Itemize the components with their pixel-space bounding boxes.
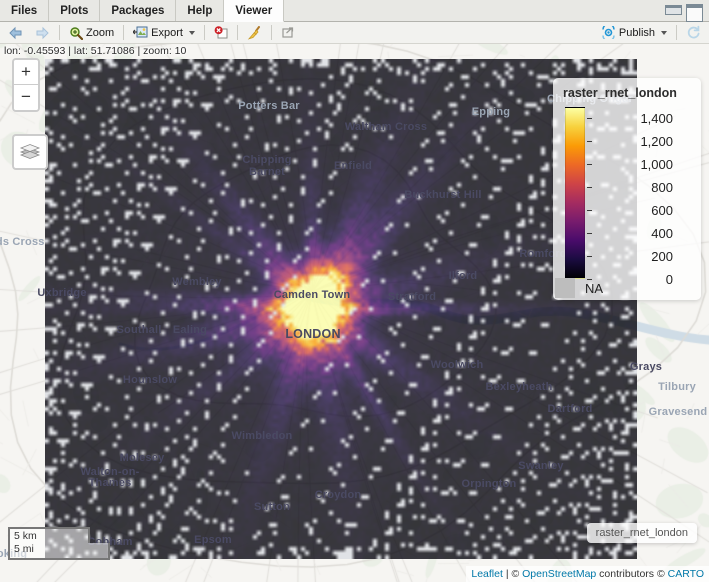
layers-control-button[interactable]	[12, 134, 48, 170]
chevron-down-icon[interactable]	[189, 31, 195, 35]
scale-km: 5 km	[8, 527, 90, 543]
back-arrow-icon	[8, 26, 24, 40]
legend-tick-label: 1,400	[592, 112, 699, 125]
maximize-icon[interactable]	[686, 4, 701, 17]
tab-viewer[interactable]: Viewer	[224, 0, 284, 22]
legend-tick-label: 0	[592, 273, 699, 286]
attrib-mid: contributors ©	[596, 568, 667, 580]
legend-tick-label: 1,000	[592, 158, 699, 171]
publish-icon	[601, 26, 616, 39]
legend-tick-label: 1,200	[592, 135, 699, 148]
layer-toggle-box[interactable]: raster_rnet_london	[587, 523, 697, 543]
legend-colorbar	[565, 107, 585, 279]
clear-all-button[interactable]	[243, 23, 266, 42]
popout-window-icon	[281, 26, 295, 39]
leaflet-map[interactable]: Potters BarEppingChipping OngarWaltham C…	[0, 44, 709, 582]
legend-tick-label: 200	[592, 250, 699, 263]
refresh-button[interactable]	[682, 23, 705, 42]
legend-tick-label: 600	[592, 204, 699, 217]
legend-tick-labels: 02004006008001,0001,2001,400	[587, 103, 699, 279]
tab-files[interactable]: Files	[0, 0, 49, 21]
refresh-icon	[686, 25, 701, 40]
toolbar-divider	[271, 25, 272, 40]
map-coordinate-status: lon: -0.45593 | lat: 51.71086 | zoom: 10	[0, 44, 709, 58]
publish-button[interactable]: Publish	[597, 23, 671, 42]
pane-tab-bar: Files Plots Packages Help Viewer	[0, 0, 709, 22]
layers-stack-icon	[18, 141, 42, 163]
legend-na-swatch	[555, 278, 575, 298]
scale-mi: 5 mi	[8, 543, 110, 560]
legend-title: raster_rnet_london	[563, 86, 691, 100]
popout-button[interactable]	[277, 23, 299, 42]
toolbar-divider	[676, 25, 677, 40]
broom-clear-icon	[247, 26, 262, 40]
legend-body: 02004006008001,0001,2001,400	[563, 103, 691, 275]
toolbar-divider	[204, 25, 205, 40]
raster-canvas	[45, 59, 637, 559]
export-button-label: Export	[151, 27, 183, 39]
tab-packages[interactable]: Packages	[100, 0, 176, 21]
chevron-down-icon[interactable]	[661, 31, 667, 35]
toolbar-divider	[123, 25, 124, 40]
viewer-pane: Files Plots Packages Help Viewer Zoom	[0, 0, 709, 582]
toolbar-divider	[59, 25, 60, 40]
forward-arrow-icon	[34, 26, 50, 40]
remove-plot-button[interactable]	[210, 23, 232, 42]
tab-plots[interactable]: Plots	[49, 0, 100, 21]
zoom-button-label: Zoom	[86, 27, 114, 39]
export-image-icon	[133, 26, 148, 39]
zoom-button[interactable]: Zoom	[65, 23, 118, 42]
raster-overlay-rnet-london	[45, 59, 637, 559]
export-button[interactable]: Export	[129, 23, 199, 42]
window-controls	[665, 0, 709, 21]
legend-tick-label: 800	[592, 181, 699, 194]
toolbar-divider	[237, 25, 238, 40]
layer-toggle-label: raster_rnet_london	[596, 527, 688, 539]
legend-tick-label: 400	[592, 227, 699, 240]
map-attribution: Leaflet | © OpenStreetMap contributors ©…	[466, 566, 709, 582]
zoom-in-button[interactable]: +	[14, 60, 38, 85]
viewer-toolbar: Zoom Export	[0, 22, 709, 44]
osm-link[interactable]: OpenStreetMap	[522, 568, 596, 580]
scale-control: 5 km 5 mi	[8, 527, 110, 560]
legend-na-label: NA	[585, 281, 603, 296]
zoom-out-button[interactable]: −	[14, 85, 38, 110]
tab-help[interactable]: Help	[176, 0, 224, 21]
zoom-control: + −	[12, 58, 40, 112]
publish-button-label: Publish	[619, 27, 655, 39]
leaflet-link[interactable]: Leaflet	[471, 568, 503, 580]
remove-plot-icon	[214, 26, 228, 39]
carto-link[interactable]: CARTO	[668, 568, 704, 580]
raster-legend: raster_rnet_london 02004006008001,0001,2…	[553, 78, 701, 300]
forward-button[interactable]	[30, 23, 54, 42]
attrib-sep1: | ©	[503, 568, 522, 580]
toolbar-right-group: Publish	[597, 23, 705, 42]
legend-na-row: NA	[555, 278, 603, 298]
back-button[interactable]	[4, 23, 28, 42]
magnifier-icon	[69, 26, 83, 40]
minimize-icon[interactable]	[665, 4, 680, 17]
